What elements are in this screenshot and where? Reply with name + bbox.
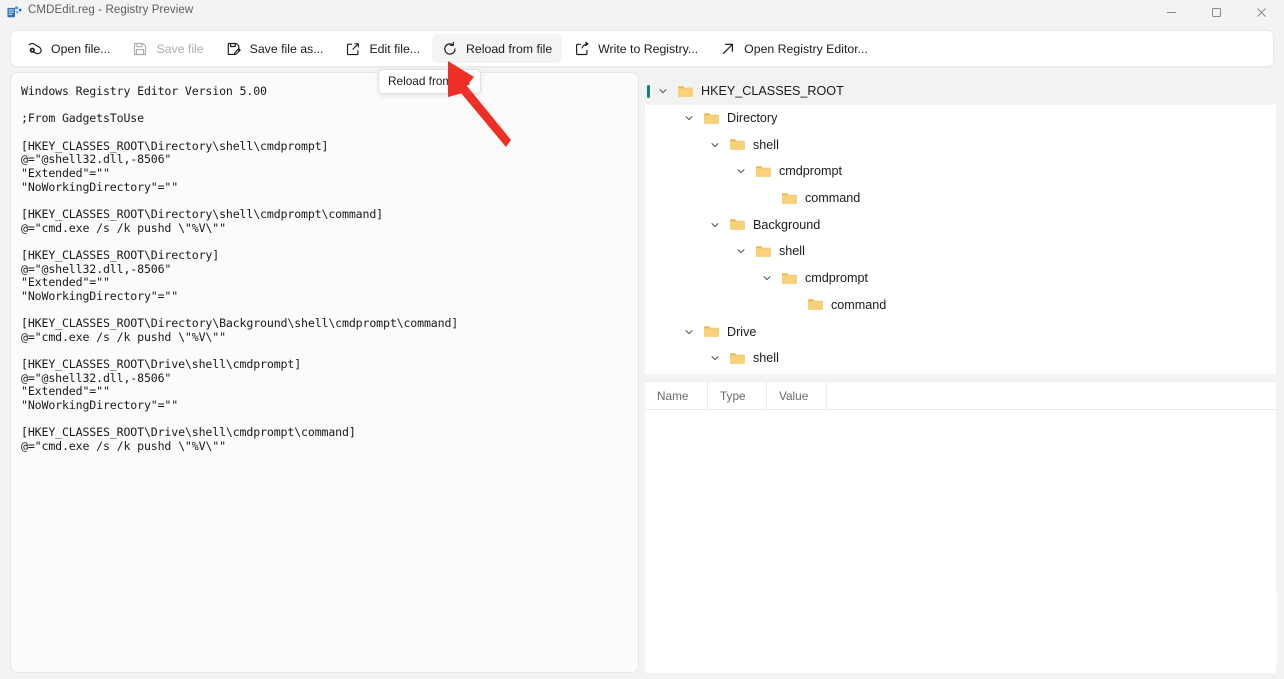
registry-values-table: Name Type Value xyxy=(645,381,1276,673)
tree-node-command[interactable]: command xyxy=(645,292,1276,319)
values-table-header: Name Type Value xyxy=(645,382,1276,410)
registry-key-tree[interactable]: HKEY_CLASSES_ROOT Directory shell cmdprompt… xyxy=(645,78,1276,374)
toolbar: Open file... Save file Save file as... E… xyxy=(10,30,1274,67)
tree-node-label: HKEY_CLASSES_ROOT xyxy=(701,84,844,99)
tree-node-label: shell xyxy=(753,351,779,366)
save-file-as-icon xyxy=(226,41,242,57)
open-registry-editor-icon xyxy=(720,41,736,57)
write-to-registry-button[interactable]: Write to Registry... xyxy=(564,34,708,63)
tree-node-command[interactable]: command xyxy=(645,185,1276,212)
column-header-value[interactable]: Value xyxy=(767,382,827,410)
tooltip-text: Reload from file xyxy=(388,74,471,88)
close-button[interactable] xyxy=(1239,0,1284,24)
folder-icon xyxy=(729,216,746,233)
selection-indicator xyxy=(647,85,650,98)
chevron-down-icon[interactable] xyxy=(759,270,775,286)
chevron-down-icon[interactable] xyxy=(681,110,697,126)
tree-node-directory[interactable]: Directory xyxy=(645,105,1276,132)
minimize-button[interactable] xyxy=(1149,0,1194,24)
maximize-button[interactable] xyxy=(1194,0,1239,24)
folder-icon xyxy=(729,350,746,367)
tree-node-shell[interactable]: shell xyxy=(645,238,1276,265)
tree-node-cmdprompt[interactable]: cmdprompt xyxy=(645,265,1276,292)
tree-node-shell[interactable]: shell xyxy=(645,131,1276,158)
bottom-right-overlay xyxy=(1207,590,1277,666)
registry-file-preview-pane[interactable]: Windows Registry Editor Version 5.00 ;Fr… xyxy=(10,72,639,673)
registry-preview-icon xyxy=(7,5,22,20)
write-to-registry-icon xyxy=(574,41,590,57)
open-file-label: Open file... xyxy=(51,41,111,56)
save-file-as-label: Save file as... xyxy=(249,41,324,56)
folder-icon xyxy=(729,136,746,153)
chevron-down-icon[interactable] xyxy=(707,217,723,233)
save-file-as-button[interactable]: Save file as... xyxy=(216,34,334,63)
tree-node-label: shell xyxy=(753,137,779,152)
tree-node-label: cmdprompt xyxy=(805,271,868,286)
open-registry-editor-button[interactable]: Open Registry Editor... xyxy=(710,34,878,63)
tree-node-background[interactable]: Background xyxy=(645,211,1276,238)
open-file-icon xyxy=(27,41,43,57)
chevron-down-icon[interactable] xyxy=(707,137,723,153)
tree-node-hkey_classes_root[interactable]: HKEY_CLASSES_ROOT xyxy=(645,78,1276,105)
window-controls xyxy=(1149,0,1284,24)
reload-icon xyxy=(442,41,458,57)
chevron-down-icon[interactable] xyxy=(681,324,697,340)
column-header-type[interactable]: Type xyxy=(708,382,767,410)
edit-file-icon xyxy=(345,41,361,57)
tree-node-label: cmdprompt xyxy=(779,164,842,179)
tree-node-cmdprompt[interactable]: cmdprompt xyxy=(645,158,1276,185)
tree-node-label: command xyxy=(831,297,887,312)
folder-icon xyxy=(755,163,772,180)
reload-from-file-button[interactable]: Reload from file xyxy=(432,34,563,63)
folder-icon xyxy=(755,243,772,260)
registry-file-content: Windows Registry Editor Version 5.00 ;Fr… xyxy=(21,84,459,454)
window-title: CMDEdit.reg - Registry Preview xyxy=(28,4,194,16)
chevron-down-icon[interactable] xyxy=(655,83,671,99)
folder-icon xyxy=(677,83,694,100)
chevron-down-icon[interactable] xyxy=(733,243,749,259)
open-file-button[interactable]: Open file... xyxy=(17,34,120,63)
registry-preview-window: CMDEdit.reg - Registry Preview Open file… xyxy=(0,0,1284,679)
reload-from-file-tooltip: Reload from file xyxy=(378,69,481,94)
edit-file-button[interactable]: Edit file... xyxy=(335,34,430,63)
folder-icon xyxy=(703,323,720,340)
column-header-name[interactable]: Name xyxy=(645,382,708,410)
edit-file-label: Edit file... xyxy=(369,41,421,56)
open-registry-editor-label: Open Registry Editor... xyxy=(744,41,868,56)
chevron-down-icon[interactable] xyxy=(707,350,723,366)
title-bar: CMDEdit.reg - Registry Preview xyxy=(0,0,1284,24)
save-file-label: Save file xyxy=(156,41,204,56)
values-table-body xyxy=(645,410,1276,673)
write-to-registry-label: Write to Registry... xyxy=(598,41,699,56)
save-file-icon xyxy=(132,41,148,57)
tree-node-label: Background xyxy=(753,217,821,232)
tree-node-label: Directory xyxy=(727,111,778,126)
column-header-filler xyxy=(827,382,1276,410)
folder-icon xyxy=(781,270,798,287)
tree-node-label: Drive xyxy=(727,324,757,339)
folder-icon xyxy=(807,296,824,313)
save-file-button[interactable]: Save file xyxy=(122,34,213,63)
tree-node-drive[interactable]: Drive xyxy=(645,318,1276,345)
folder-icon xyxy=(781,190,798,207)
tree-node-label: shell xyxy=(779,244,805,259)
chevron-down-icon[interactable] xyxy=(733,163,749,179)
folder-icon xyxy=(703,110,720,127)
tree-node-label: command xyxy=(805,191,861,206)
tree-node-shell[interactable]: shell xyxy=(645,345,1276,372)
reload-from-file-label: Reload from file xyxy=(466,41,553,56)
